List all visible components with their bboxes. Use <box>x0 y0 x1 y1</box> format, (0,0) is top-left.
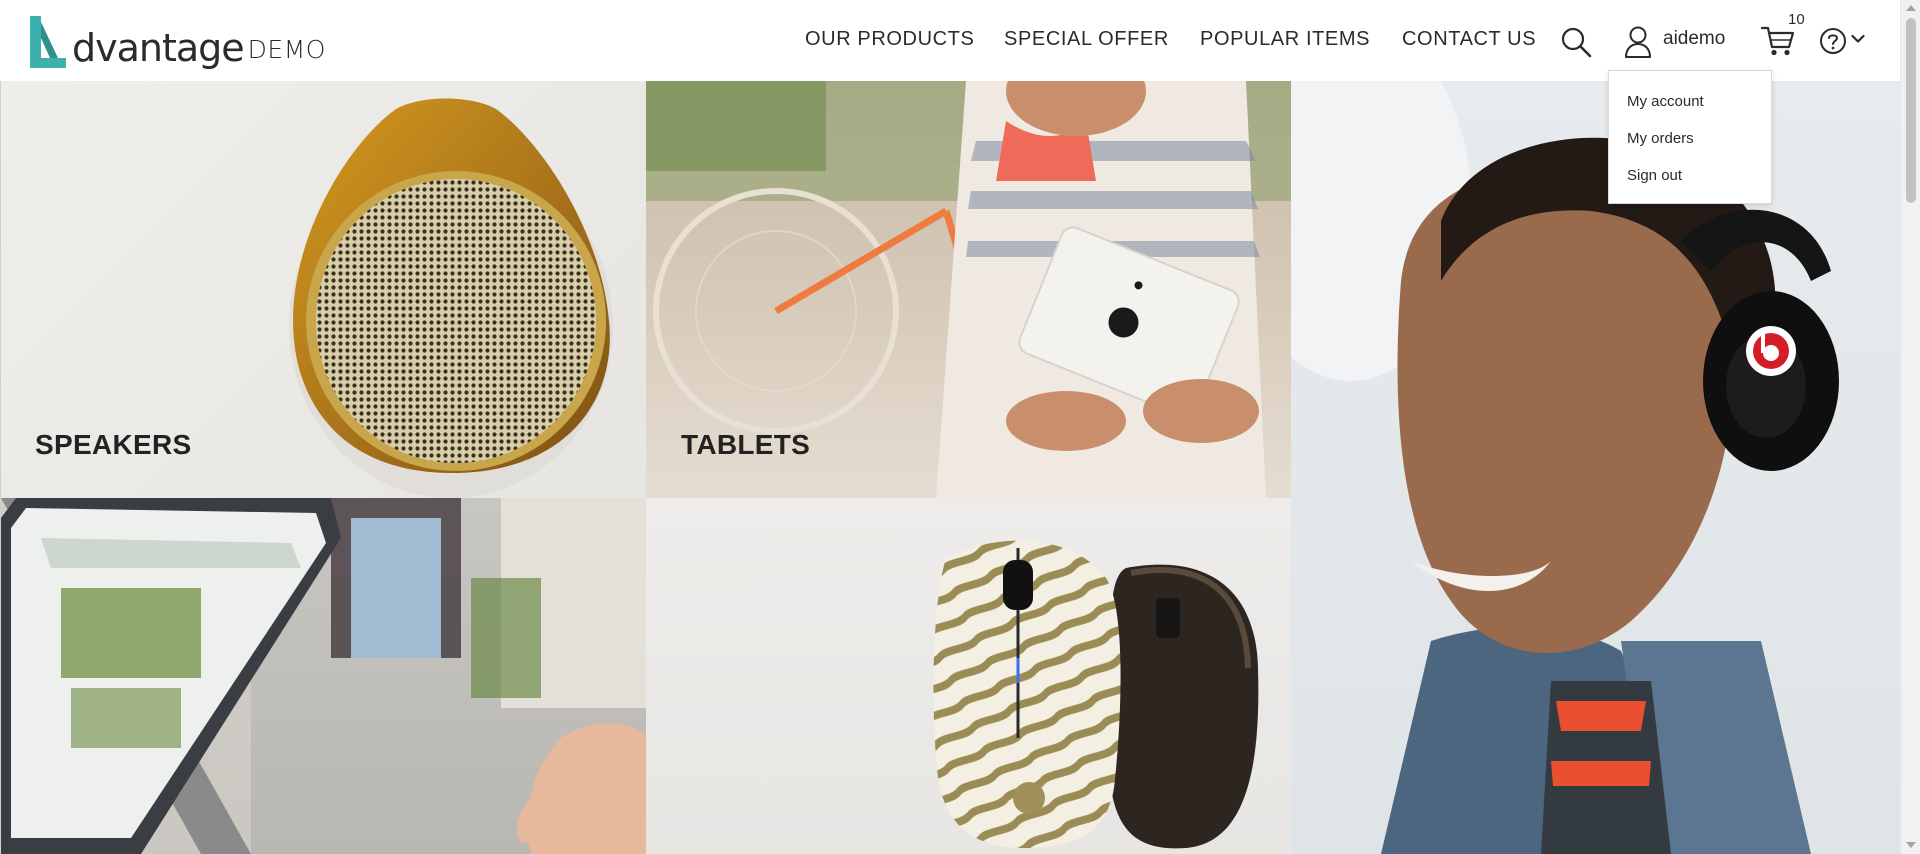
menu-item-my-account[interactable]: My account <box>1627 93 1704 110</box>
help-icon[interactable] <box>1818 26 1848 56</box>
menu-item-my-orders[interactable]: My orders <box>1627 130 1694 147</box>
user-icon[interactable] <box>1622 24 1654 60</box>
category-mice[interactable] <box>646 498 1291 854</box>
scroll-down-arrow-icon[interactable] <box>1906 842 1916 848</box>
cart-icon[interactable] <box>1760 24 1796 58</box>
category-label-speakers: SPEAKERS <box>35 429 192 460</box>
category-tablets[interactable]: TABLETS <box>646 81 1291 498</box>
logo[interactable]: dvantage DEMO <box>28 12 326 72</box>
category-label-tablets: TABLETS <box>681 429 811 460</box>
category-speakers[interactable]: SPEAKERS <box>0 81 646 498</box>
chevron-down-icon[interactable] <box>1849 31 1867 47</box>
cart-count-badge: 10 <box>1788 11 1805 28</box>
logo-demo: DEMO <box>247 35 326 64</box>
category-headphones[interactable] <box>1291 81 1900 854</box>
nav-special-offer[interactable]: SPECIAL OFFER <box>1004 28 1169 51</box>
laptop-image <box>1 498 646 854</box>
nav-contact-us[interactable]: CONTACT US <box>1402 28 1536 51</box>
nav-our-products[interactable]: OUR PRODUCTS <box>805 28 974 51</box>
scroll-thumb[interactable] <box>1906 18 1916 203</box>
page-scrollbar[interactable] <box>1900 0 1920 854</box>
logo-a-icon <box>30 16 66 68</box>
category-laptops[interactable] <box>0 498 646 854</box>
scroll-up-arrow-icon[interactable] <box>1906 5 1916 11</box>
search-icon[interactable] <box>1558 24 1594 60</box>
mice-image <box>933 540 1259 849</box>
menu-item-sign-out[interactable]: Sign out <box>1627 167 1682 184</box>
site-header: dvantage DEMO OUR PRODUCTS SPECIAL OFFER… <box>0 0 1900 81</box>
username-label[interactable]: aidemo <box>1663 28 1725 50</box>
user-menu-dropdown: My account My orders Sign out <box>1608 70 1772 204</box>
logo-word: dvantage <box>72 26 245 70</box>
headphones-image <box>1291 81 1839 854</box>
nav-popular-items[interactable]: POPULAR ITEMS <box>1200 28 1370 51</box>
